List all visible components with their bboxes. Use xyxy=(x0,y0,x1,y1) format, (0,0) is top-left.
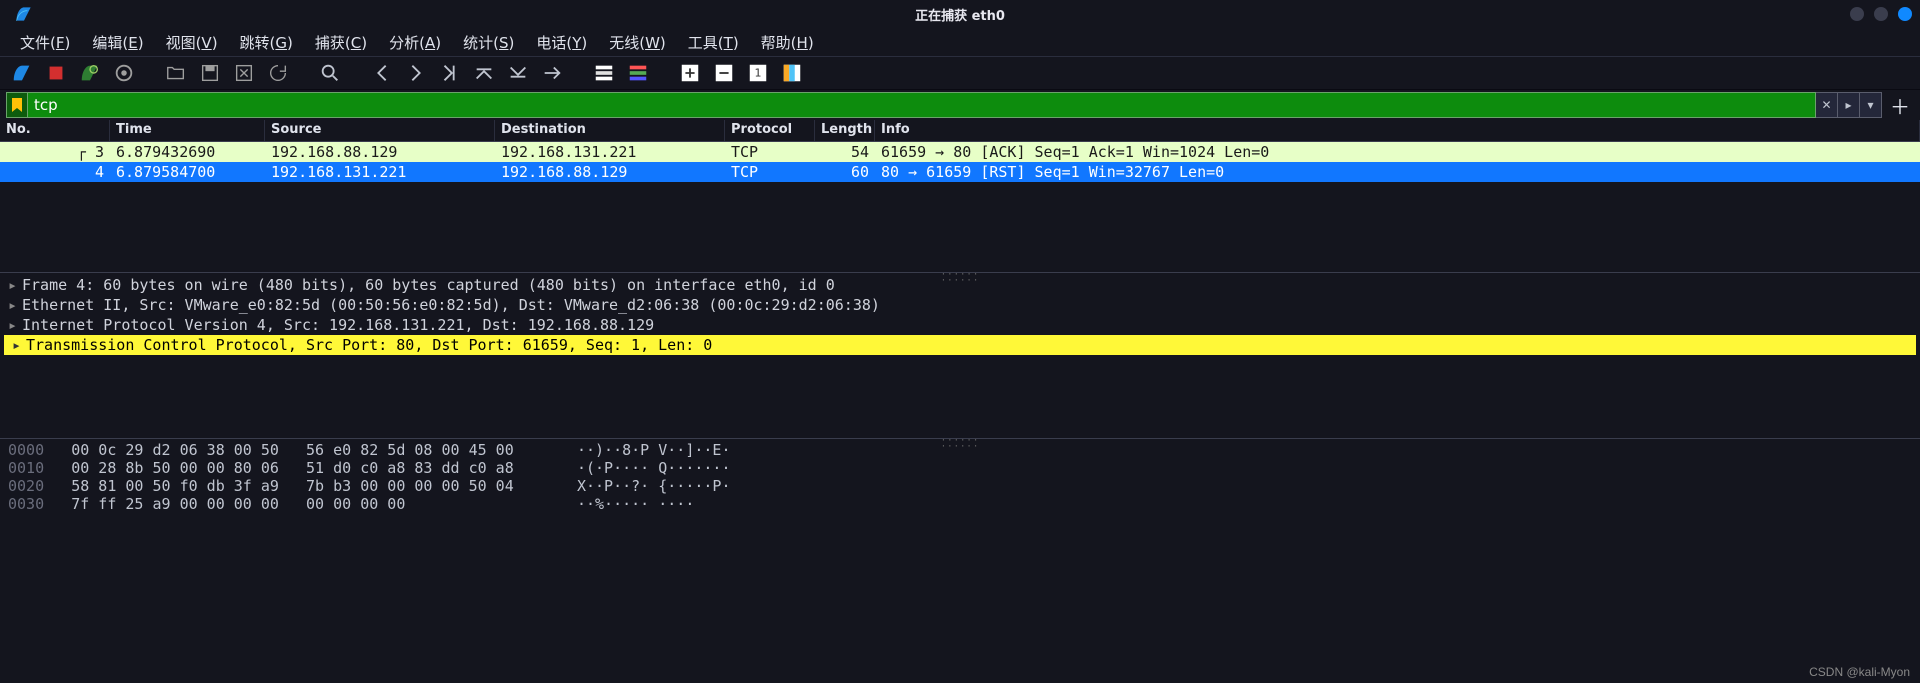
menu-item-1[interactable]: 编辑(E) xyxy=(82,28,153,57)
stop-capture-button[interactable] xyxy=(42,59,70,87)
col-header-protocol[interactable]: Protocol xyxy=(725,120,815,141)
menubar: 文件(F)编辑(E)视图(V)跳转(G)捕获(C)分析(A)统计(S)电话(Y)… xyxy=(0,28,1920,56)
zoom-out-button[interactable] xyxy=(710,59,738,87)
menu-item-8[interactable]: 无线(W) xyxy=(599,28,676,57)
menu-item-10[interactable]: 帮助(H) xyxy=(751,28,824,57)
filter-bookmark-button[interactable] xyxy=(6,92,28,118)
reload-button[interactable] xyxy=(264,59,292,87)
svg-text:1: 1 xyxy=(755,67,762,80)
maximize-button[interactable] xyxy=(1874,7,1888,21)
add-filter-button[interactable]: ＋ xyxy=(1886,92,1914,118)
go-to-packet-button[interactable] xyxy=(436,59,464,87)
detail-ethernet[interactable]: ▸Ethernet II, Src: VMware_e0:82:5d (00:5… xyxy=(0,295,1920,315)
titlebar: 正在捕获 eth0 xyxy=(0,0,1920,28)
hex-line[interactable]: 0020 58 81 00 50 f0 db 3f a9 7b b3 00 00… xyxy=(8,477,1912,495)
packet-row[interactable]: ┌ 36.879432690192.168.88.129192.168.131.… xyxy=(0,142,1920,162)
zoom-in-button[interactable] xyxy=(676,59,704,87)
minimize-button[interactable] xyxy=(1850,7,1864,21)
resize-columns-button[interactable] xyxy=(778,59,806,87)
col-header-no[interactable]: No. xyxy=(0,120,110,141)
find-button[interactable] xyxy=(316,59,344,87)
menu-item-4[interactable]: 捕获(C) xyxy=(305,28,377,57)
detail-ip[interactable]: ▸Internet Protocol Version 4, Src: 192.1… xyxy=(0,315,1920,335)
filter-bar: ✕ ▸ ▾ ＋ xyxy=(0,90,1920,120)
save-file-button[interactable] xyxy=(196,59,224,87)
display-filter-input[interactable] xyxy=(28,92,1816,118)
colorize-rules-button[interactable] xyxy=(624,59,652,87)
open-file-button[interactable] xyxy=(162,59,190,87)
close-file-button[interactable] xyxy=(230,59,258,87)
close-button[interactable] xyxy=(1898,7,1912,21)
col-header-time[interactable]: Time xyxy=(110,120,265,141)
packet-row[interactable]: 46.879584700192.168.131.221192.168.88.12… xyxy=(0,162,1920,182)
restart-capture-button[interactable] xyxy=(76,59,104,87)
pane-drag-handle-icon[interactable]: ············ xyxy=(941,272,980,284)
filter-apply-button[interactable]: ▸ xyxy=(1838,92,1860,118)
start-capture-button[interactable] xyxy=(8,59,36,87)
col-header-length[interactable]: Length xyxy=(815,120,875,141)
window-controls xyxy=(1850,7,1912,21)
col-header-info[interactable]: Info xyxy=(875,120,1920,141)
col-header-destination[interactable]: Destination xyxy=(495,120,725,141)
toolbar: 1 xyxy=(0,56,1920,90)
packet-details-pane[interactable]: ············ ▸Frame 4: 60 bytes on wire … xyxy=(0,272,1920,438)
menu-item-7[interactable]: 电话(Y) xyxy=(526,28,597,57)
menu-item-5[interactable]: 分析(A) xyxy=(379,28,451,57)
auto-scroll-button[interactable] xyxy=(538,59,566,87)
watermark: CSDN @kali-Myon xyxy=(1809,665,1910,679)
window-title: 正在捕获 eth0 xyxy=(915,5,1005,24)
go-last-button[interactable] xyxy=(504,59,532,87)
menu-item-0[interactable]: 文件(F) xyxy=(10,28,80,57)
packet-list-header: No. Time Source Destination Protocol Len… xyxy=(0,120,1920,142)
capture-options-button[interactable] xyxy=(110,59,138,87)
menu-item-3[interactable]: 跳转(G) xyxy=(230,28,303,57)
col-header-source[interactable]: Source xyxy=(265,120,495,141)
hex-line[interactable]: 0010 00 28 8b 50 00 00 80 06 51 d0 c0 a8… xyxy=(8,459,1912,477)
detail-tcp[interactable]: ▸Transmission Control Protocol, Src Port… xyxy=(4,335,1916,355)
go-forward-button[interactable] xyxy=(402,59,430,87)
pane-drag-handle-icon[interactable]: ············ xyxy=(941,438,980,450)
zoom-reset-button[interactable]: 1 xyxy=(744,59,772,87)
menu-item-2[interactable]: 视图(V) xyxy=(156,28,228,57)
menu-item-9[interactable]: 工具(T) xyxy=(678,28,749,57)
packet-bytes-pane[interactable]: ············ 0000 00 0c 29 d2 06 38 00 5… xyxy=(0,438,1920,523)
filter-clear-button[interactable]: ✕ xyxy=(1816,92,1838,118)
filter-dropdown-button[interactable]: ▾ xyxy=(1860,92,1882,118)
app-icon xyxy=(14,4,34,24)
hex-line[interactable]: 0030 7f ff 25 a9 00 00 00 00 00 00 00 00… xyxy=(8,495,1912,513)
packet-list[interactable]: ┌ 36.879432690192.168.88.129192.168.131.… xyxy=(0,142,1920,272)
menu-item-6[interactable]: 统计(S) xyxy=(453,28,524,57)
colorize-button[interactable] xyxy=(590,59,618,87)
go-back-button[interactable] xyxy=(368,59,396,87)
go-first-button[interactable] xyxy=(470,59,498,87)
